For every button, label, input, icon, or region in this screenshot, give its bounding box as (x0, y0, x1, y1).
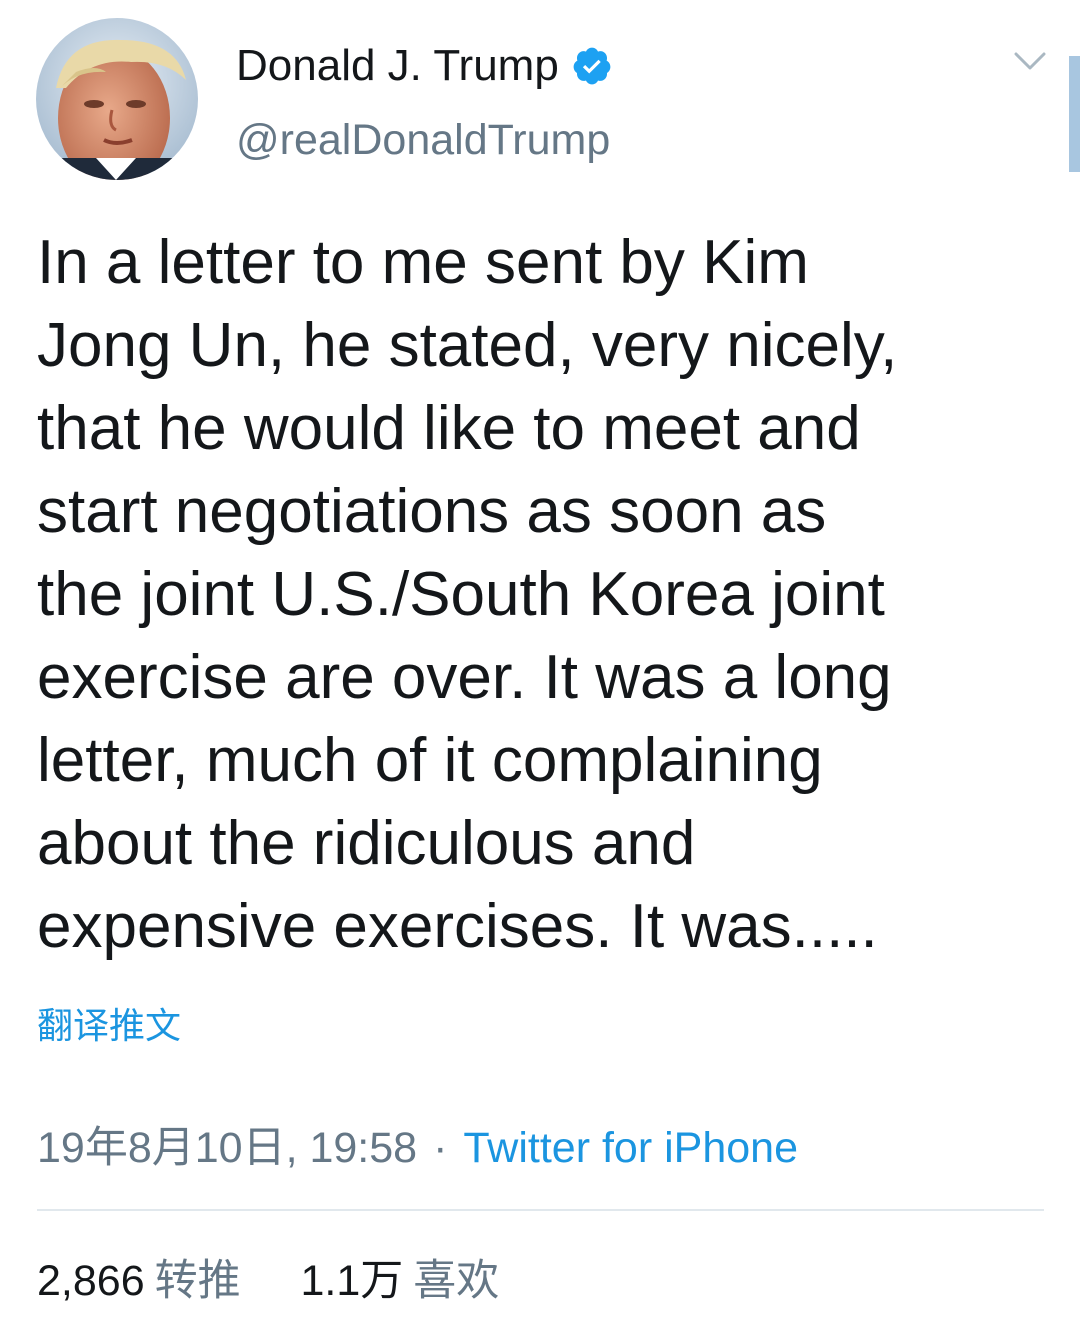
scrollbar[interactable] (1069, 56, 1080, 172)
profile-photo (36, 18, 198, 180)
avatar[interactable] (36, 18, 198, 180)
verified-badge-icon (571, 45, 613, 87)
tweet-text: In a letter to me sent by Kim Jong Un, h… (37, 228, 898, 961)
retweets-label: 转推 (154, 1257, 241, 1305)
translate-tweet-link[interactable]: 翻译推文 (37, 1002, 181, 1050)
likes-count: 1.1万 (300, 1257, 404, 1305)
tweet-timestamp[interactable]: 19年8月10日, 19:58 (37, 1124, 417, 1172)
tweet-meta: 19年8月10日, 19:58 · Twitter for iPhone (37, 1120, 798, 1176)
author-display-name[interactable]: Donald J. Trump (236, 38, 559, 94)
author-name-row[interactable]: Donald J. Trump (236, 38, 613, 94)
divider (37, 1209, 1044, 1211)
author-handle[interactable]: @realDonaldTrump (236, 112, 610, 168)
retweets-stat[interactable]: 2,866 转推 (37, 1257, 253, 1305)
retweets-count: 2,866 (37, 1257, 145, 1305)
likes-stat[interactable]: 1.1万 喜欢 (301, 1257, 500, 1305)
meta-separator: · (433, 1124, 448, 1172)
chevron-down-icon[interactable] (1010, 46, 1050, 76)
likes-label: 喜欢 (413, 1257, 500, 1305)
tweet-source-link[interactable]: Twitter for iPhone (463, 1124, 798, 1172)
tweet-stats: 2,866 转推 1.1万 喜欢 (37, 1253, 499, 1309)
